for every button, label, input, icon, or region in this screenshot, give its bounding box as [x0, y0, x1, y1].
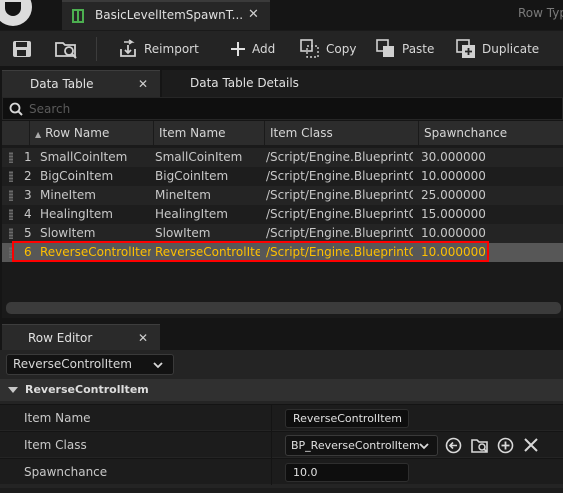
drag-handle-icon[interactable]	[9, 209, 13, 220]
item-class-dropdown[interactable]: BP_ReverseControlItem	[285, 435, 438, 456]
folder-search-icon	[55, 42, 77, 59]
search-bar	[2, 97, 563, 120]
table-header: ▲ Row Name Item Name Item Class Spawnchan…	[2, 121, 563, 145]
tab-data-table[interactable]: Data Table ✕	[2, 70, 160, 97]
duplicate-label: Duplicate	[482, 42, 540, 56]
tab-data-table-details-label: Data Table Details	[190, 76, 299, 90]
search-icon	[9, 102, 23, 116]
add-label: Add	[252, 42, 276, 56]
property-label: Item Class	[24, 438, 87, 452]
copy-label: Copy	[326, 42, 357, 56]
chevron-down-icon	[8, 387, 18, 393]
document-tab[interactable]: BasicLevelItemSpawnT... ✕	[62, 0, 270, 30]
row-editor-footer	[0, 488, 563, 493]
data-table-panel-tabs: Data Table ✕ Data Table Details	[0, 70, 563, 97]
column-divider[interactable]	[271, 405, 272, 431]
spawnchance-field[interactable]: 10.0	[285, 463, 409, 482]
search-input[interactable]	[29, 99, 549, 118]
header-item-name[interactable]: Item Name	[153, 121, 264, 145]
paste-icon	[376, 39, 394, 57]
duplicate-icon	[456, 39, 475, 58]
row-selector-value: ReverseControlItem	[13, 357, 132, 371]
clear-x-icon[interactable]	[524, 438, 538, 452]
header-spawnchance[interactable]: Spawnchance	[418, 121, 563, 145]
category-header[interactable]: ReverseControlItem	[0, 379, 563, 401]
row-selector-dropdown[interactable]: ReverseControlItem	[6, 354, 174, 375]
item-name-field[interactable]: ReverseControlItem	[285, 409, 409, 428]
column-divider[interactable]	[271, 459, 272, 485]
duplicate-button[interactable]: Duplicate	[456, 31, 539, 67]
use-selected-icon[interactable]	[445, 437, 462, 454]
reimport-label: Reimport	[144, 42, 199, 56]
item-class-value: BP_ReverseControlItem	[291, 439, 420, 452]
close-icon[interactable]: ✕	[138, 71, 148, 98]
tab-row-editor[interactable]: Row Editor ✕	[2, 324, 160, 350]
row-editor-tabs: Row Editor ✕	[0, 322, 563, 350]
close-icon[interactable]: ✕	[248, 7, 259, 22]
unreal-logo-icon[interactable]	[0, 0, 32, 26]
row-type-label: Row Typ	[518, 6, 563, 20]
header-index-column[interactable]	[2, 121, 29, 145]
data-table-grid: ▲ Row Name Item Name Item Class Spawnchan…	[2, 121, 563, 318]
paste-label: Paste	[402, 42, 435, 56]
tab-data-table-label: Data Table	[30, 77, 94, 91]
browse-button[interactable]	[54, 31, 80, 67]
save-icon	[13, 41, 31, 57]
property-spawnchance: Spawnchance 10.0	[0, 458, 563, 485]
column-divider[interactable]	[271, 432, 272, 458]
property-item-name: Item Name ReverseControlItem	[0, 404, 563, 431]
property-item-class: Item Class BP_ReverseControlItem	[0, 431, 563, 458]
title-bar: BasicLevelItemSpawnT... ✕ Row Typ	[0, 0, 563, 30]
property-label: Item Name	[24, 411, 91, 425]
table-row[interactable]: 4 HealingItem HealingItem /Script/Engine…	[2, 205, 563, 224]
drag-handle-icon[interactable]	[9, 228, 13, 239]
tab-data-table-details[interactable]: Data Table Details	[162, 70, 563, 97]
drag-handle-icon[interactable]	[9, 190, 13, 201]
horizontal-scrollbar[interactable]	[6, 302, 561, 314]
close-icon[interactable]: ✕	[138, 325, 148, 351]
row-editor-body: ReverseControlItem ReverseControlItem It…	[0, 350, 563, 493]
table-row[interactable]: 1 SmallCoinItem SmallCoinItem /Script/En…	[2, 148, 563, 167]
header-item-class[interactable]: Item Class	[264, 121, 418, 145]
toolbar-separator	[96, 37, 97, 61]
reimport-icon	[120, 39, 136, 57]
selection-highlight-box	[12, 241, 489, 262]
reimport-button[interactable]: Reimport	[118, 31, 199, 67]
header-row-name[interactable]: ▲ Row Name	[29, 121, 153, 145]
table-row[interactable]: 2 BigCoinItem BigCoinItem /Script/Engine…	[2, 167, 563, 186]
chevron-down-icon	[419, 443, 429, 450]
sort-ascending-icon: ▲	[35, 130, 42, 139]
tab-row-editor-label: Row Editor	[28, 331, 93, 345]
property-label: Spawnchance	[24, 465, 108, 479]
browse-folder-icon[interactable]	[471, 437, 489, 454]
plus-icon	[231, 42, 245, 56]
category-label: ReverseControlItem	[25, 383, 149, 396]
document-tab-title: BasicLevelItemSpawnT...	[95, 8, 244, 22]
drag-handle-icon[interactable]	[9, 152, 13, 163]
add-button[interactable]: Add	[230, 31, 275, 67]
data-table-icon	[72, 9, 84, 23]
table-row[interactable]: 3 MineItem MineItem /Script/Engine.Bluep…	[2, 186, 563, 205]
save-button[interactable]	[12, 31, 32, 67]
copy-icon	[300, 39, 319, 58]
copy-button[interactable]: Copy	[300, 31, 356, 67]
toolbar: Reimport Add Copy Paste Duplicate	[0, 30, 563, 66]
chevron-down-icon	[153, 362, 163, 369]
paste-button[interactable]: Paste	[376, 31, 434, 67]
add-circle-icon[interactable]	[497, 437, 514, 454]
drag-handle-icon[interactable]	[9, 171, 13, 182]
